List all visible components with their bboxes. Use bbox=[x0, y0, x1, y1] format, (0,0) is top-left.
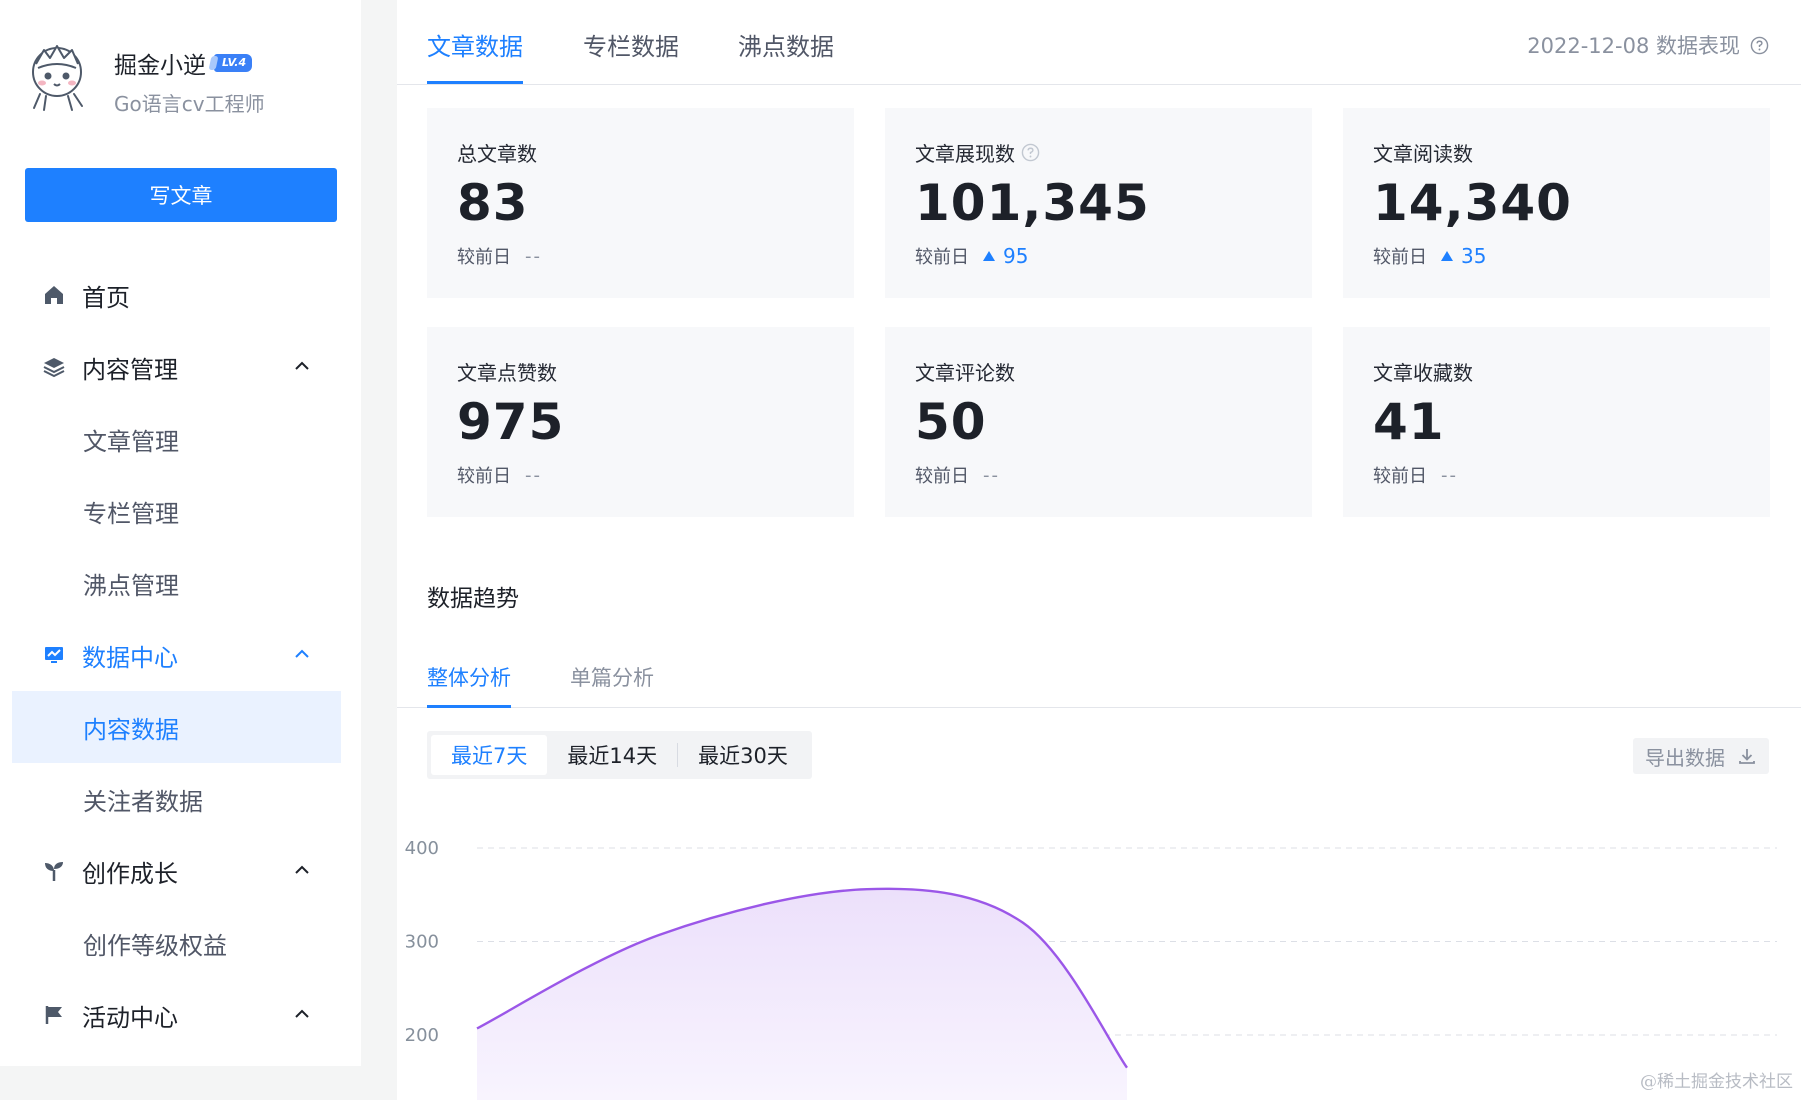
card-compare-label: 较前日 bbox=[457, 247, 511, 268]
chevron-up-icon[interactable] bbox=[293, 861, 311, 879]
user-subtitle: Go语言cv工程师 bbox=[114, 92, 265, 116]
card-compare: -- bbox=[525, 245, 542, 267]
range-14-days[interactable]: 最近14天 bbox=[547, 735, 677, 775]
range-7-days[interactable]: 最近7天 bbox=[431, 735, 548, 775]
chevron-up-icon[interactable] bbox=[293, 645, 311, 663]
nav-pin-manage[interactable]: 沸点管理 bbox=[12, 547, 341, 619]
nav-follower-data[interactable]: 关注者数据 bbox=[12, 763, 341, 835]
card-compare: -- bbox=[525, 464, 542, 486]
download-icon bbox=[1739, 749, 1755, 764]
card-compare: -- bbox=[983, 464, 1000, 486]
watermark: @稀土掘金技术社区 bbox=[1640, 1072, 1793, 1092]
export-label: 导出数据 bbox=[1645, 745, 1725, 770]
nav-column-manage[interactable]: 专栏管理 bbox=[12, 475, 341, 547]
date-info: 2022-12-08 数据表现 bbox=[1527, 30, 1769, 60]
stat-card-total-articles: 总文章数 83 较前日 -- bbox=[427, 108, 854, 298]
card-value: 50 bbox=[915, 393, 987, 451]
tab-single-analysis[interactable]: 单篇分析 bbox=[570, 662, 654, 692]
tab-article-data[interactable]: 文章数据 bbox=[427, 27, 523, 62]
nav-activity-center[interactable]: 活动中心 bbox=[12, 979, 341, 1051]
card-compare-label: 较前日 bbox=[915, 466, 969, 487]
stat-card-favorites: 文章收藏数 41 较前日 -- bbox=[1343, 327, 1770, 517]
flag-icon bbox=[40, 1001, 68, 1029]
section-title: 数据趋势 bbox=[427, 586, 519, 612]
card-compare-label: 较前日 bbox=[457, 466, 511, 487]
card-value: 101,345 bbox=[915, 174, 1150, 232]
card-value: 41 bbox=[1373, 393, 1445, 451]
active-tab-indicator bbox=[427, 81, 523, 84]
range-30-days[interactable]: 最近30天 bbox=[678, 735, 808, 775]
data-tabs: 文章数据 专栏数据 沸点数据 2022-12-08 数据表现 bbox=[397, 0, 1801, 85]
nav-content-data[interactable]: 内容数据 bbox=[12, 691, 341, 763]
tab-pin-data[interactable]: 沸点数据 bbox=[738, 27, 834, 62]
user-name[interactable]: 掘金小逆 bbox=[114, 46, 206, 80]
card-compare-label: 较前日 bbox=[915, 247, 969, 268]
card-compare-label: 较前日 bbox=[1373, 466, 1427, 487]
nav-home-label: 首页 bbox=[82, 283, 130, 312]
layers-icon bbox=[40, 353, 68, 381]
active-subtab-indicator bbox=[427, 705, 511, 708]
help-icon[interactable] bbox=[1750, 36, 1769, 55]
monitor-chart-icon bbox=[40, 641, 68, 669]
card-title: 文章评论数 bbox=[915, 361, 1015, 385]
y-tick-label: 400 bbox=[405, 838, 439, 859]
trend-up-icon bbox=[1441, 251, 1453, 261]
nav-activity-center-label: 活动中心 bbox=[82, 1003, 178, 1032]
nav-article-manage[interactable]: 文章管理 bbox=[12, 403, 341, 475]
main-panel: 文章数据 专栏数据 沸点数据 2022-12-08 数据表现 总文章数 83 较… bbox=[397, 0, 1801, 1100]
export-data-button[interactable]: 导出数据 bbox=[1633, 738, 1769, 774]
tab-column-data[interactable]: 专栏数据 bbox=[583, 27, 679, 62]
nav-data-center[interactable]: 数据中心 bbox=[12, 619, 341, 691]
nav-creation-growth-label: 创作成长 bbox=[82, 859, 178, 888]
range-selector: 最近7天 最近14天 最近30天 bbox=[427, 731, 812, 779]
analysis-tabs: 整体分析 单篇分析 bbox=[397, 650, 1801, 708]
y-tick-label: 300 bbox=[405, 932, 439, 953]
y-tick-label: 200 bbox=[405, 1025, 439, 1046]
card-title: 文章展现数 bbox=[915, 142, 1015, 166]
card-compare: -- bbox=[1441, 464, 1458, 486]
user-profile[interactable]: 掘金小逆 LV.4 Go语言cv工程师 bbox=[26, 38, 265, 117]
level-badge[interactable]: LV.4 bbox=[214, 54, 253, 72]
stat-card-impressions: 文章展现数 101,345 较前日 95 bbox=[885, 108, 1312, 298]
write-article-button[interactable]: 写文章 bbox=[25, 168, 337, 222]
sprout-icon bbox=[40, 857, 68, 885]
nav-level-rights[interactable]: 创作等级权益 bbox=[12, 907, 341, 979]
home-icon bbox=[40, 281, 68, 309]
stat-card-reads: 文章阅读数 14,340 较前日 35 bbox=[1343, 108, 1770, 298]
card-value: 83 bbox=[457, 174, 529, 232]
nav-creation-growth[interactable]: 创作成长 bbox=[12, 835, 341, 907]
avatar[interactable] bbox=[26, 38, 92, 112]
nav-content-manage[interactable]: 内容管理 bbox=[12, 331, 341, 403]
card-compare-label: 较前日 bbox=[1373, 247, 1427, 268]
chevron-up-icon[interactable] bbox=[293, 1005, 311, 1023]
date-info-text: 2022-12-08 数据表现 bbox=[1527, 34, 1740, 58]
card-value: 14,340 bbox=[1373, 174, 1572, 232]
tab-overall-analysis[interactable]: 整体分析 bbox=[427, 662, 511, 692]
card-title: 文章收藏数 bbox=[1373, 361, 1473, 385]
nav-data-center-label: 数据中心 bbox=[82, 643, 178, 672]
trend-chart: 400 300 200 bbox=[405, 838, 1777, 1100]
card-title: 文章点赞数 bbox=[457, 361, 557, 385]
card-compare: 95 bbox=[1003, 244, 1029, 268]
help-icon[interactable] bbox=[1021, 143, 1040, 162]
card-compare: 35 bbox=[1461, 244, 1487, 268]
card-title: 总文章数 bbox=[457, 142, 537, 166]
chevron-up-icon[interactable] bbox=[293, 357, 311, 375]
series-area bbox=[477, 888, 1127, 1100]
stat-card-comments: 文章评论数 50 较前日 -- bbox=[885, 327, 1312, 517]
stat-card-likes: 文章点赞数 975 较前日 -- bbox=[427, 327, 854, 517]
card-value: 975 bbox=[457, 393, 565, 451]
sidebar: 掘金小逆 LV.4 Go语言cv工程师 写文章 首页 内容管理 文章管理 专栏管… bbox=[0, 0, 361, 1066]
nav-content-manage-label: 内容管理 bbox=[82, 355, 178, 384]
nav-home[interactable]: 首页 bbox=[12, 259, 341, 331]
card-title: 文章阅读数 bbox=[1373, 142, 1473, 166]
trend-up-icon bbox=[983, 251, 995, 261]
